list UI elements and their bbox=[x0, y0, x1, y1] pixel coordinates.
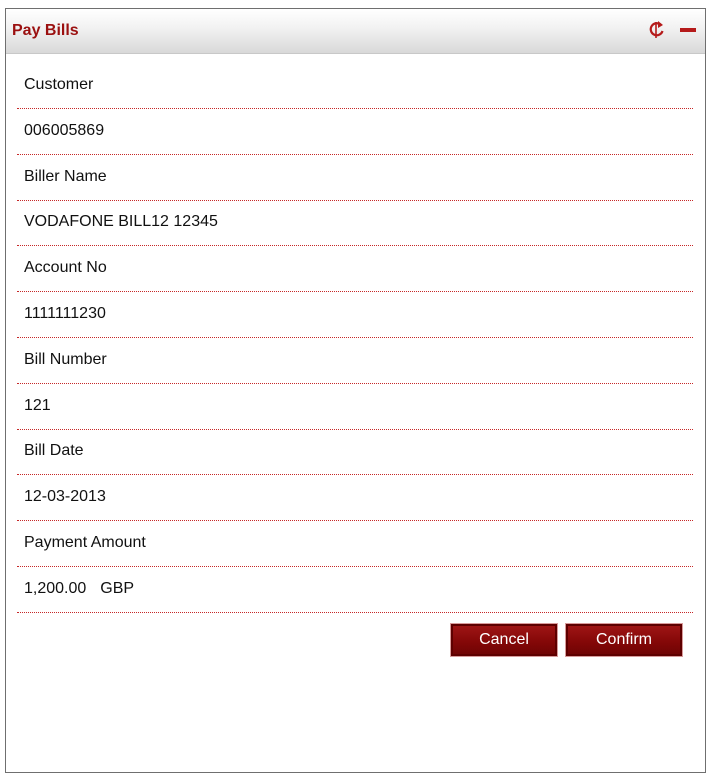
biller-name-label: Biller Name bbox=[24, 167, 107, 185]
account-no-value-row: 1111111230 bbox=[17, 292, 693, 338]
bill-date-label-row: Bill Date bbox=[17, 430, 693, 476]
account-no-label-row: Account No bbox=[17, 246, 693, 293]
customer-label: Customer bbox=[24, 76, 94, 93]
account-no-label: Account No bbox=[24, 259, 107, 277]
bill-date-label: Bill Date bbox=[24, 442, 84, 460]
refresh-icon[interactable] bbox=[647, 19, 667, 41]
minimize-icon[interactable] bbox=[678, 19, 698, 41]
pay-bills-panel: Pay Bills Customer 006005869 Biller Name… bbox=[5, 8, 706, 773]
panel-header: Pay Bills bbox=[6, 9, 705, 54]
bill-number-label: Bill Number bbox=[24, 350, 107, 368]
payment-amount-label: Payment Amount bbox=[24, 533, 146, 551]
biller-name-value: VODAFONE BILL12 12345 bbox=[24, 213, 218, 231]
bill-number-value: 121 bbox=[24, 396, 51, 414]
payment-amount-value-row: 1,200.00 GBP bbox=[17, 567, 693, 613]
bill-date-value-row: 12-03-2013 bbox=[17, 475, 693, 522]
payment-amount-value: 1,200.00 bbox=[24, 579, 87, 597]
account-no-value: 1111111230 bbox=[24, 304, 106, 322]
bill-date-value: 12-03-2013 bbox=[24, 488, 106, 506]
panel-title: Pay Bills bbox=[12, 22, 79, 39]
confirm-button[interactable]: Confirm bbox=[565, 623, 683, 657]
bill-number-value-row: 121 bbox=[17, 384, 693, 430]
payment-amount-label-row: Payment Amount bbox=[17, 521, 693, 567]
bill-details-list: Customer 006005869 Biller Name VODAFONE … bbox=[17, 69, 693, 613]
payment-currency: GBP bbox=[100, 579, 135, 597]
customer-value: 006005869 bbox=[24, 121, 105, 139]
customer-label-row: Customer bbox=[17, 69, 693, 109]
customer-value-row: 006005869 bbox=[17, 109, 693, 155]
biller-name-value-row: VODAFONE BILL12 12345 bbox=[17, 201, 693, 247]
bill-number-label-row: Bill Number bbox=[17, 338, 693, 384]
biller-name-label-row: Biller Name bbox=[17, 155, 693, 201]
cancel-button[interactable]: Cancel bbox=[450, 623, 558, 657]
action-buttons: Cancel Confirm bbox=[450, 623, 683, 657]
